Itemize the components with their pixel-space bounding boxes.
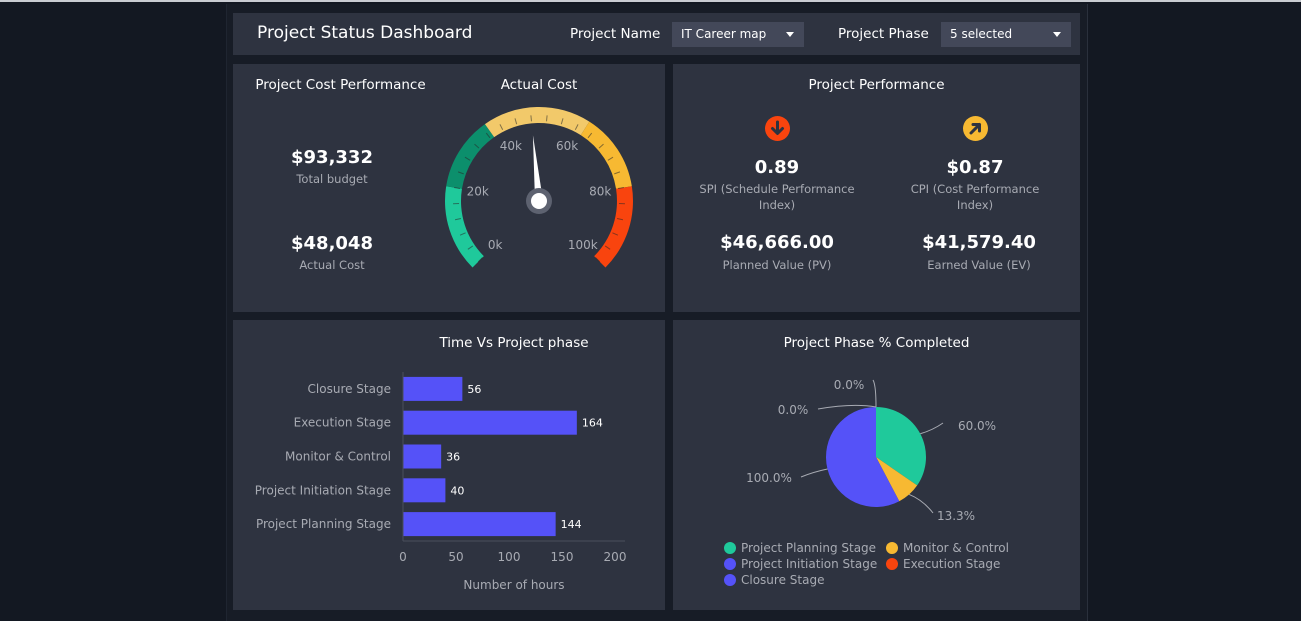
cost-performance-panel: Project Cost Performance $93,332 Total b…	[233, 64, 665, 312]
earned-value-label: Earned Value (EV)	[927, 258, 1031, 272]
bar[interactable]	[403, 410, 577, 435]
bar-value-label: 40	[450, 484, 464, 497]
legend-marker	[886, 542, 898, 554]
gauge-tick-label: 40k	[500, 139, 522, 153]
chevron-down-icon	[1053, 32, 1061, 37]
gauge-tick	[530, 115, 532, 122]
spi-label: SPI (Schedule Performance Index)	[687, 181, 867, 213]
actual-cost-gauge: 0k 20k 40k 60k 80k 100k	[445, 107, 633, 268]
x-tick-label: 0	[399, 550, 407, 564]
pie-leader-line	[872, 379, 877, 408]
gauge-tick-label: 80k	[589, 184, 611, 198]
bar-value-label: 144	[561, 518, 582, 531]
spi-label-line2: Index)	[758, 198, 796, 212]
pie-leader-line	[800, 468, 828, 478]
phase-completed-chart: 60.0% 13.3% 100.0% 0.0% 0.0% Project Plannin…	[724, 378, 1009, 587]
window-top-border	[0, 0, 1301, 2]
pie-leader-line	[920, 422, 944, 435]
bar[interactable]	[403, 512, 556, 537]
gauge-tick-label: 60k	[556, 139, 578, 153]
bar-category-label: Monitor & Control	[285, 450, 391, 464]
spi-label-line1: SPI (Schedule Performance	[699, 182, 855, 196]
earned-value: $41,579.40	[922, 232, 1036, 253]
bar[interactable]	[403, 444, 442, 469]
time-vs-phase-chart: Closure Stage Execution Stage Monitor & Co…	[255, 372, 627, 592]
project-performance-panel: Project Performance 0.89 SPI (Schedule P…	[673, 64, 1080, 312]
legend-label: Closure Stage	[741, 573, 824, 587]
legend-marker	[724, 558, 736, 570]
gauge-band	[594, 186, 633, 268]
cpi-label-line1: CPI (Cost Performance	[910, 182, 1040, 196]
legend-label: Project Planning Stage	[741, 541, 876, 555]
project-name-value: IT Career map	[681, 27, 767, 41]
legend-marker	[886, 558, 898, 570]
bar-category-label: Closure Stage	[308, 382, 391, 396]
pie-data-label: 0.0%	[778, 403, 809, 417]
bar-category-label: Project Initiation Stage	[255, 483, 391, 497]
legend-label: Monitor & Control	[903, 541, 1009, 555]
legend-item[interactable]: Project Planning Stage	[724, 541, 876, 555]
dashboard-header: Project Status Dashboard Project Name IT…	[233, 13, 1080, 55]
bar-value-label: 164	[582, 417, 603, 430]
phase-completed-panel: Project Phase % Completed 60.0% 13.3% 100.…	[673, 320, 1080, 610]
bar[interactable]	[403, 478, 446, 503]
planned-value: $46,666.00	[720, 232, 834, 253]
project-performance-title: Project Performance	[808, 77, 945, 93]
gauge-band	[445, 186, 484, 268]
gauge-band	[484, 107, 590, 138]
project-phase-value: 5 selected	[950, 27, 1013, 41]
legend-item[interactable]: Closure Stage	[724, 573, 824, 587]
legend-label: Execution Stage	[903, 557, 1000, 571]
page-title: Project Status Dashboard	[257, 23, 473, 43]
gauge-tick-label: 0k	[488, 238, 503, 252]
legend-marker	[724, 574, 736, 586]
gauge-tick-label: 20k	[467, 184, 489, 198]
bar-category-label: Execution Stage	[294, 416, 391, 430]
x-axis-label: Number of hours	[463, 578, 564, 592]
pie-data-label: 100.0%	[746, 471, 792, 485]
arrow-down-icon	[765, 116, 790, 141]
pie-data-label: 0.0%	[834, 378, 865, 392]
legend-item[interactable]: Execution Stage	[886, 557, 1000, 571]
x-tick-label: 100	[498, 550, 521, 564]
bar-category-label: Project Planning Stage	[256, 517, 391, 531]
legend-label: Project Initiation Stage	[741, 557, 877, 571]
x-tick-label: 200	[604, 550, 627, 564]
project-phase-select[interactable]: 5 selected	[941, 22, 1071, 47]
cpi-label-line2: Index)	[956, 198, 994, 212]
project-phase-label: Project Phase	[838, 26, 929, 42]
time-vs-phase-panel: Time Vs Project phase Closure Stage Execu…	[233, 320, 665, 610]
legend-marker	[724, 542, 736, 554]
bar-value-label: 56	[467, 383, 481, 396]
pie-data-label: 60.0%	[958, 419, 996, 433]
project-name-label: Project Name	[570, 26, 661, 42]
pie-leader-line	[908, 493, 934, 514]
gauge-tick	[546, 115, 548, 122]
chevron-down-icon	[786, 32, 794, 37]
gauge-hub	[531, 193, 547, 209]
spi-value: 0.89	[754, 157, 800, 178]
cpi-value: $0.87	[946, 157, 1004, 178]
bar-value-label: 36	[446, 451, 460, 464]
planned-value-label: Planned Value (PV)	[722, 258, 832, 272]
gauge-tick-label: 100k	[568, 238, 598, 252]
gauge-band	[580, 121, 632, 189]
legend-item[interactable]: Project Initiation Stage	[724, 557, 877, 571]
x-tick-label: 150	[551, 550, 574, 564]
legend-item[interactable]: Monitor & Control	[886, 541, 1009, 555]
pie-data-label: 13.3%	[937, 509, 975, 523]
bar[interactable]	[403, 376, 463, 401]
x-tick-label: 50	[448, 550, 463, 564]
project-name-select[interactable]: IT Career map	[672, 22, 804, 47]
cpi-label: CPI (Cost Performance Index)	[885, 181, 1065, 213]
arrow-up-right-icon	[963, 116, 988, 141]
